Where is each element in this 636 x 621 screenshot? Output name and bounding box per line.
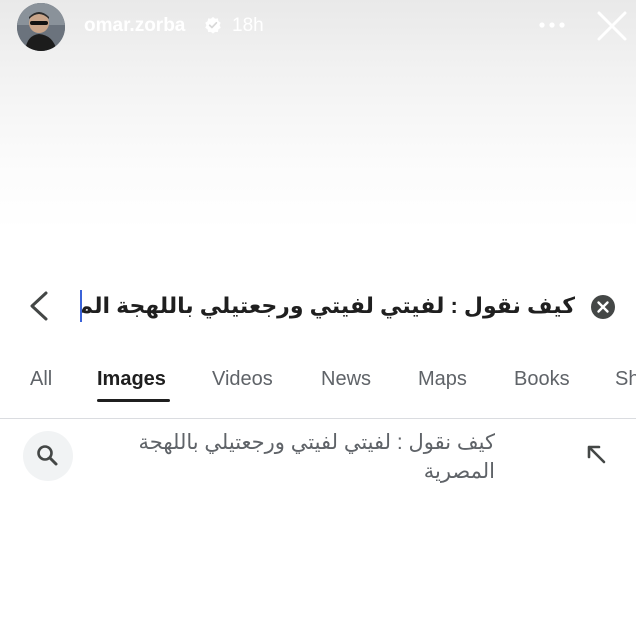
avatar-image	[17, 3, 65, 51]
suggestion-icon-container	[23, 431, 73, 481]
suggestion-text: كيف نقول : لفيتي لفيتي ورجعتيلي باللهجة …	[138, 431, 496, 483]
story-username[interactable]: omar.zorba	[84, 15, 185, 37]
tab-all[interactable]: All	[30, 368, 52, 391]
story-time: 18h	[232, 15, 264, 36]
tab-videos[interactable]: Videos	[212, 368, 273, 391]
search-icon	[37, 445, 58, 466]
verified-badge-icon	[205, 16, 221, 34]
close-icon[interactable]	[594, 8, 630, 44]
more-horizontal-icon[interactable]	[538, 18, 568, 32]
active-tab-indicator	[97, 399, 170, 402]
tab-images[interactable]: Images	[97, 368, 166, 391]
text-caret	[80, 290, 82, 322]
search-input[interactable]: كيف نقول : لفيتي لفيتي ورجعتيلي باللهجة …	[80, 286, 575, 326]
suggestion-item[interactable]: كيف نقول : لفيتي لفيتي ورجعتيلي باللهجة …	[0, 420, 636, 500]
tab-books[interactable]: Books	[514, 368, 570, 391]
tab-shopping[interactable]: Sh	[615, 368, 636, 391]
avatar[interactable]	[17, 3, 65, 51]
clear-circle-icon[interactable]	[590, 294, 616, 320]
story-header: omar.zorba 18h	[0, 0, 636, 230]
arrow-up-left-icon[interactable]	[584, 442, 610, 468]
tab-maps[interactable]: Maps	[418, 368, 467, 391]
search-tabs: All Images Videos News Maps Books Sh	[0, 360, 636, 419]
search-bar: كيف نقول : لفيتي لفيتي ورجعتيلي باللهجة …	[0, 280, 636, 332]
tab-news[interactable]: News	[321, 368, 371, 391]
back-chevron-icon[interactable]	[26, 290, 54, 322]
